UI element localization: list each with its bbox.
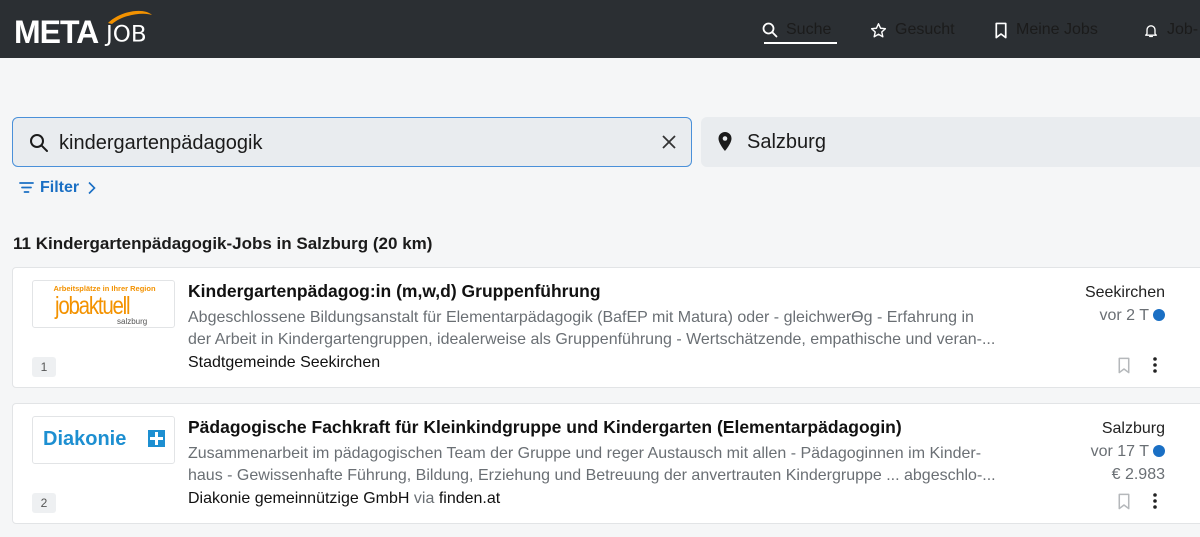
logo-job-text: JOB [106, 22, 147, 48]
nav-gesucht-label: Gesucht [895, 21, 955, 38]
nav-active-indicator [764, 42, 837, 44]
nav-job-alerts[interactable]: Job- [1143, 18, 1198, 42]
company-name: Diakonie gemeinnützige GmbH [188, 490, 410, 507]
job-age: vor 17 T [1091, 440, 1165, 463]
company-logo-diakonie: Diakonie [32, 416, 175, 464]
job-card[interactable]: Diakonie 2 Pädagogische Fachkraft für Kl… [12, 403, 1200, 524]
filter-label: Filter [40, 179, 80, 196]
more-options-icon[interactable] [1152, 492, 1158, 510]
rank-badge: 2 [32, 493, 56, 513]
job-meta: Salzburg vor 17 T € 2.983 [1091, 417, 1165, 486]
nav-gesucht[interactable]: Gesucht [870, 18, 955, 42]
filter-button[interactable]: Filter [19, 179, 97, 197]
rank-badge: 1 [32, 357, 56, 377]
location-field[interactable] [701, 117, 1200, 167]
bookmark-icon[interactable] [1117, 357, 1131, 374]
company-logo-jobaktuell: Arbeitsplätze in Ihrer Region jobaktuell… [32, 280, 175, 328]
nav-meine-jobs-label: Meine Jobs [1016, 21, 1098, 38]
job-age: vor 2 T [1085, 304, 1165, 327]
via-label: via [413, 490, 435, 507]
company-name: Stadtgemeinde Seekirchen [188, 354, 381, 371]
bookmark-icon [995, 22, 1007, 38]
bell-icon [1145, 24, 1157, 37]
chevron-right-icon [88, 181, 96, 195]
more-options-icon[interactable] [1152, 356, 1158, 374]
snippet-line: Abgeschlossene Bildungsanstalt für Eleme… [188, 309, 974, 326]
job-title-rest: :in (m,w,d) Gruppenführung [369, 281, 601, 301]
clear-icon[interactable] [659, 132, 679, 152]
nav-suche-label: Suche [786, 21, 832, 38]
result-count-heading: 11 Kindergartenpädagogik-Jobs in Salzbur… [13, 234, 433, 253]
location-pin-icon [718, 132, 732, 151]
search-input[interactable] [59, 128, 639, 158]
filter-icon [19, 182, 34, 193]
search-icon [762, 22, 778, 38]
job-title[interactable]: Pädagogische Fachkraft für Kleinkindgrup… [188, 417, 902, 438]
source-name: finden.at [438, 490, 501, 507]
logo-subtext: salzburg [117, 317, 148, 326]
new-indicator-dot [1153, 444, 1165, 457]
job-age-text: vor 2 T [1099, 307, 1150, 324]
job-snippet: Abgeschlossene Bildungsanstalt für Eleme… [188, 307, 1078, 351]
job-location: Seekirchen [1084, 284, 1165, 301]
job-snippet: Zusammenarbeit im pädagogischen Team der… [188, 443, 1078, 487]
snippet-line: haus - Gewissenhafte Führung, Bildung, E… [188, 467, 996, 484]
search-icon [30, 134, 48, 152]
job-meta: Seekirchen vor 2 T [1085, 281, 1165, 327]
job-title-highlight: Kindergartenpädagog [188, 281, 370, 301]
job-salary: € 2.983 [1111, 466, 1165, 483]
logo-meta-text: META [14, 14, 99, 50]
search-field[interactable] [12, 117, 692, 167]
top-navigation-bar: META JOB Suche Gesucht Meine Jobs Job- [0, 0, 1200, 58]
star-icon [870, 22, 887, 38]
job-title[interactable]: Kindergartenpädagog:in (m,w,d) Gruppenfü… [188, 281, 601, 302]
job-location: Salzburg [1101, 420, 1165, 437]
snippet-line: der Arbeit in Kindergartengruppen, ideal… [188, 331, 996, 348]
nav-suche[interactable]: Suche [762, 18, 831, 42]
bookmark-icon[interactable] [1117, 493, 1131, 510]
location-input[interactable] [747, 127, 1147, 157]
diakonie-cross-icon [148, 430, 165, 447]
nav-job-alerts-label: Job- [1167, 21, 1199, 38]
logo-wordmark: Diakonie [43, 428, 127, 450]
nav-meine-jobs[interactable]: Meine Jobs [994, 18, 1098, 42]
job-age-text: vor 17 T [1090, 443, 1149, 460]
company-line: Diakonie gemeinnützige GmbH via finden.a… [188, 490, 500, 508]
job-card[interactable]: Arbeitsplätze in Ihrer Region jobaktuell… [12, 267, 1200, 388]
snippet-line: Zusammenarbeit im pädagogischen Team der… [188, 445, 982, 462]
new-indicator-dot [1153, 308, 1165, 321]
